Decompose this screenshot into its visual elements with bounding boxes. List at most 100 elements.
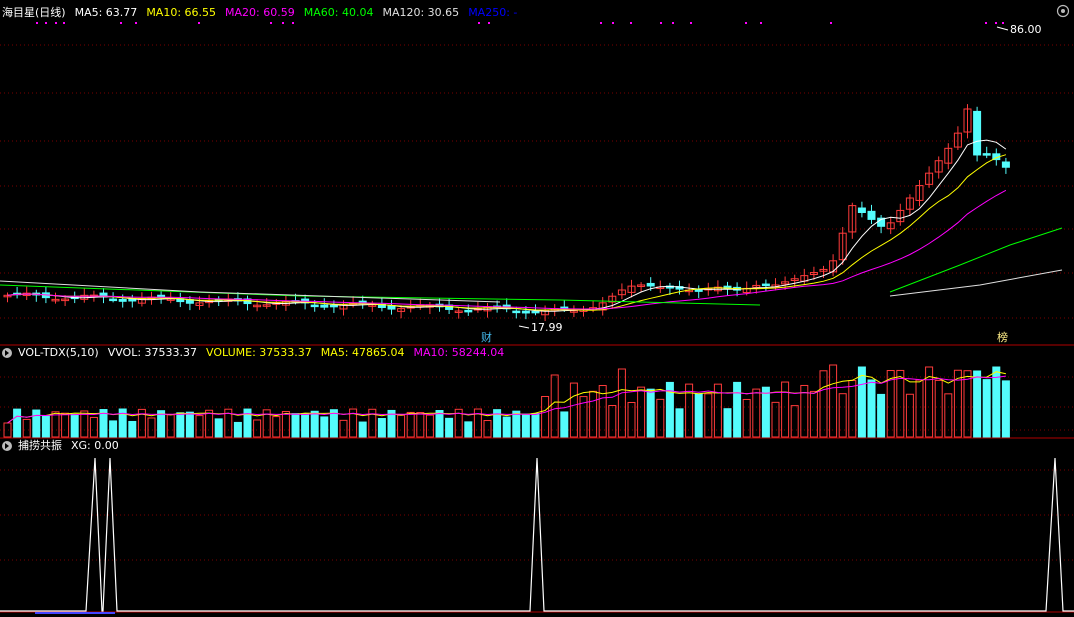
volume-bar [233,421,242,438]
volume-bar [550,374,559,438]
signal-dot [660,22,662,24]
volume-bar [838,393,847,438]
volume-bar [685,383,694,438]
high-price-label: 86.00 [1010,23,1042,36]
volume-bar [973,370,982,438]
ma10-label: MA10: 66.55 [146,6,217,19]
volume-bar [253,419,262,438]
candle-body [531,310,540,314]
volume-bar [541,395,550,438]
volume-bar [483,420,492,438]
ranking-marker[interactable]: 榜 [997,330,1008,344]
signal-dot [985,22,987,24]
volume-bar [1001,380,1010,438]
candle-body [512,310,521,314]
signal-dot [120,22,122,24]
volume-bar [147,417,156,438]
panel-collapse-icon[interactable] [0,346,14,360]
signal-dot [600,22,602,24]
candle-body [973,110,982,156]
volume-bar [435,410,444,438]
signal-dot [672,22,674,24]
volume-bar [963,370,972,438]
volume-bar [723,408,732,438]
volume-bar [819,370,828,438]
volume-bar [781,381,790,438]
ma120-label: MA120: 30.65 [382,6,460,19]
candle-body [118,298,127,302]
volume-bar [80,410,89,438]
volume-bar [857,366,866,438]
candle-body [867,210,876,220]
signal-dot [270,22,272,24]
stock-chart-canvas[interactable]: 86.00 17.99 财 榜 [0,0,1074,617]
signal-dot [830,22,832,24]
candle-body [521,310,530,314]
signal-dot [995,22,997,24]
candle-body [464,309,473,313]
volume-bar [589,390,598,438]
volume-bar [281,410,290,438]
volume-bar [761,386,770,438]
volume-bar [205,409,214,438]
volume-bar [416,412,425,438]
indicator-panel-header: 捕捞共振 XG: 0.00 [0,438,128,454]
signal-dot [478,22,480,24]
volume-bar [89,416,98,438]
candlesticks[interactable] [3,104,1010,322]
volume-bar [512,410,521,438]
volume-bar [339,419,348,438]
signal-dot [135,22,137,24]
signal-dot [282,22,284,24]
settings-gear-icon[interactable] [1056,4,1070,18]
volume-bar [41,415,50,438]
signal-dot [488,22,490,24]
low-price-pointer [518,325,530,329]
volume-bars[interactable] [3,364,1010,438]
volume-bar [425,414,434,438]
volume-bar [13,408,22,438]
vol-ma10-label: MA10: 58244.04 [413,346,505,359]
volume-bar [185,411,194,438]
candle-body [329,304,338,308]
xg-line [0,457,1074,612]
ma60-label: MA60: 40.04 [303,6,374,19]
volume-bar [915,379,924,438]
signal-dot [36,22,38,24]
volume-bar [675,408,684,438]
volume-bar [464,421,473,438]
volume-panel-header: VOL-TDX(5,10) VVOL: 37533.37 VOLUME: 375… [0,345,513,361]
candle-body [761,283,770,287]
signal-dot [612,22,614,24]
candle-body [646,282,655,287]
indicator-title[interactable]: 捕捞共振 [18,438,62,454]
panel-collapse-icon[interactable] [0,439,14,453]
signal-dot [690,22,692,24]
signal-dot [760,22,762,24]
xg-label: XG: 0.00 [71,439,119,452]
volume-bar [617,368,626,438]
volume-bar [301,413,310,438]
volume-bar [704,393,713,438]
volume-bar [176,412,185,438]
volume-bar [214,418,223,438]
stock-title[interactable]: 海目星(日线) [2,5,66,21]
volume-bar [109,420,118,438]
signal-dot [55,22,57,24]
volume-bar [291,413,300,438]
volume-bar [560,411,569,438]
volume-bar [646,388,655,438]
volume-bar [982,379,991,438]
volume-label: VOLUME: 37533.37 [206,346,312,359]
panel-separators [0,344,1074,614]
signal-dot [1002,22,1004,24]
volume-bar [521,413,530,438]
finance-marker[interactable]: 财 [481,330,492,344]
volume-bar [61,412,70,438]
ma60-line [0,227,1063,306]
volume-bar [70,413,79,438]
main-panel-header: 海目星(日线) MA5: 63.77 MA10: 66.55 MA20: 60.… [0,5,526,21]
volume-indicator-title[interactable]: VOL-TDX(5,10) [18,345,99,361]
volume-bar [944,393,953,438]
volume-bar [771,401,780,438]
